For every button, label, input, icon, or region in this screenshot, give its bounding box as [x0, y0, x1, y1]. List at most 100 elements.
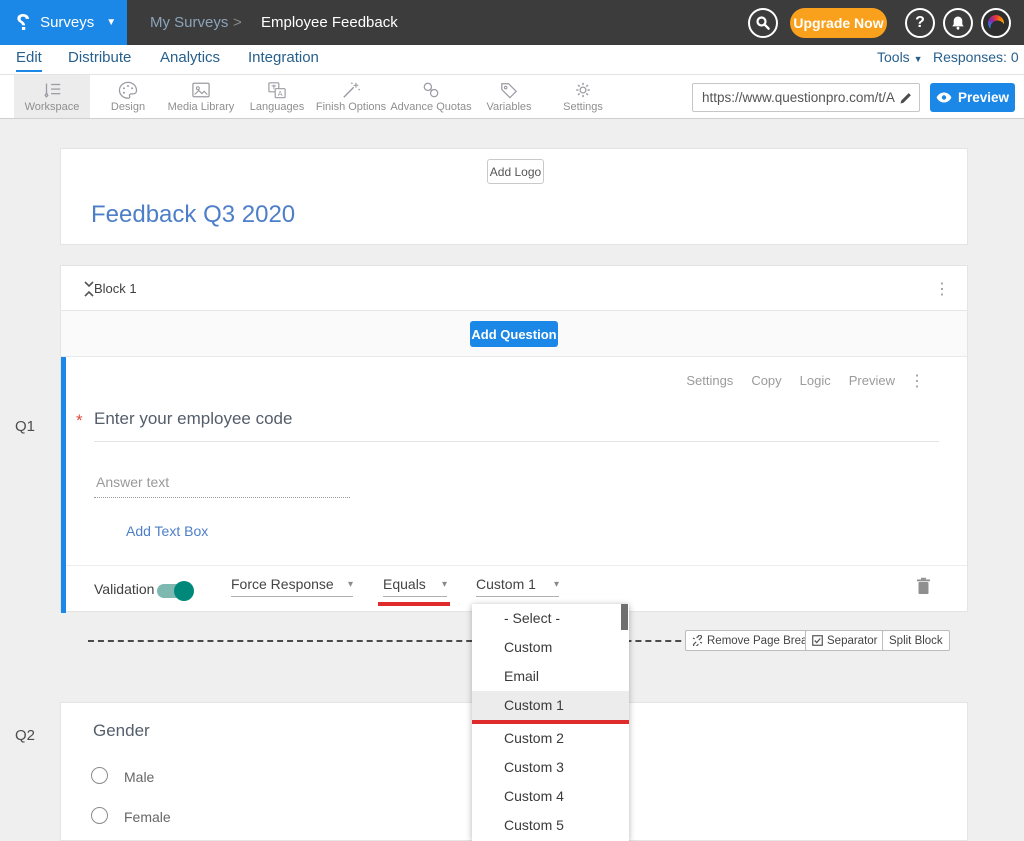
- help-button[interactable]: ?: [905, 8, 935, 38]
- operator-highlight-bar: [378, 602, 450, 606]
- toolbar-item-workspace[interactable]: Workspace: [14, 75, 90, 118]
- question-settings-link[interactable]: Settings: [686, 373, 733, 388]
- validation-toggle[interactable]: [157, 584, 191, 598]
- product-label: Surveys: [40, 14, 94, 31]
- edit-pencil-icon[interactable]: [899, 91, 913, 105]
- wand-icon: [341, 81, 361, 99]
- chevron-down-icon: ▾: [348, 579, 353, 590]
- question-1-label: Q1: [15, 418, 35, 435]
- workspace-icon: [41, 81, 63, 99]
- upgrade-now-button[interactable]: Upgrade Now: [790, 8, 887, 38]
- toolbar-item-languages[interactable]: A Languages: [246, 75, 308, 118]
- dropdown-option-custom1-selected[interactable]: Custom 1: [472, 691, 629, 720]
- questionpro-logo-icon: ?: [16, 9, 30, 36]
- required-marker: *: [76, 411, 83, 431]
- tab-distribute[interactable]: Distribute: [68, 49, 131, 70]
- dropdown-option-custom3[interactable]: Custom 3: [472, 753, 629, 782]
- top-bar: ? Surveys ▼ My Surveys > Employee Feedba…: [0, 0, 1024, 45]
- editor-toolbar: Workspace Design Media Library A Languag…: [0, 75, 1024, 119]
- block-menu-kebab-icon[interactable]: ⋮: [934, 279, 950, 299]
- dropdown-option-custom5[interactable]: Custom 5: [472, 811, 629, 840]
- question-title[interactable]: Enter your employee code: [94, 409, 292, 429]
- radio-male-label[interactable]: Male: [124, 769, 154, 785]
- add-text-box-link[interactable]: Add Text Box: [126, 523, 208, 539]
- question-actions: Settings Copy Logic Preview: [686, 373, 895, 388]
- dropdown-scrollbar[interactable]: [621, 604, 628, 630]
- validation-label: Validation: [94, 581, 154, 597]
- tools-menu[interactable]: Tools ▼: [877, 49, 923, 65]
- tab-integration[interactable]: Integration: [248, 49, 319, 70]
- profile-logo-icon: [988, 15, 1004, 31]
- chevron-down-icon: ▾: [442, 579, 447, 590]
- question-copy-link[interactable]: Copy: [751, 373, 781, 388]
- survey-title[interactable]: Feedback Q3 2020: [91, 201, 295, 229]
- survey-nav-tabs: Edit Distribute Analytics Integration To…: [0, 45, 1024, 75]
- radio-female[interactable]: [91, 807, 108, 824]
- toolbar-item-finish-options[interactable]: Finish Options: [312, 75, 390, 118]
- force-response-select[interactable]: Force Response ▾: [231, 576, 353, 597]
- links-icon: [421, 81, 441, 99]
- avatar[interactable]: [981, 8, 1011, 38]
- validation-divider: [66, 565, 967, 566]
- image-icon: [191, 81, 211, 99]
- radio-female-label[interactable]: Female: [124, 809, 171, 825]
- question-logic-link[interactable]: Logic: [800, 373, 831, 388]
- add-question-button[interactable]: Add Question: [470, 321, 558, 347]
- answer-text-underline: [94, 497, 350, 498]
- preview-button[interactable]: Preview: [930, 83, 1015, 112]
- survey-url-field[interactable]: https://www.questionpro.com/t/A: [692, 83, 920, 112]
- question-preview-link[interactable]: Preview: [849, 373, 895, 388]
- validation-field-dropdown-menu: - Select - Custom Email Custom 1 Custom …: [472, 604, 629, 841]
- dropdown-option-custom4[interactable]: Custom 4: [472, 782, 629, 811]
- radio-male[interactable]: [91, 767, 108, 784]
- help-icon: ?: [915, 14, 925, 32]
- survey-header-card: Add Logo Feedback Q3 2020: [60, 148, 968, 245]
- block-card: Block 1 ⋮ Add Question Settings Copy Log…: [60, 265, 968, 612]
- delete-validation-trash-icon[interactable]: [916, 577, 931, 595]
- tab-analytics[interactable]: Analytics: [160, 49, 220, 70]
- toolbar-item-advance-quotas[interactable]: Advance Quotas: [392, 75, 470, 118]
- search-icon: [755, 15, 771, 31]
- operator-select[interactable]: Equals ▾: [383, 576, 447, 597]
- separator-button[interactable]: Separator: [805, 630, 885, 651]
- dropdown-option-custom[interactable]: Custom: [472, 633, 629, 662]
- block-header: Block 1 ⋮: [61, 266, 967, 311]
- dropdown-option-email[interactable]: Email: [472, 662, 629, 691]
- dropdown-option-select[interactable]: - Select -: [472, 604, 629, 633]
- remove-page-break-button[interactable]: Remove Page Break: [685, 630, 820, 651]
- add-logo-button[interactable]: Add Logo: [487, 159, 544, 184]
- question-2-title[interactable]: Gender: [93, 721, 150, 741]
- question-menu-kebab-icon[interactable]: ⋮: [909, 371, 925, 391]
- tag-icon: [499, 81, 519, 99]
- checkbox-checked-icon: [812, 635, 823, 646]
- breadcrumb-current: Employee Feedback: [261, 0, 398, 45]
- notifications-button[interactable]: [943, 8, 973, 38]
- brand-menu[interactable]: ? Surveys ▼: [0, 0, 127, 45]
- dropdown-option-custom2[interactable]: Custom 2: [472, 724, 629, 753]
- toolbar-item-settings[interactable]: Settings: [552, 75, 614, 118]
- answer-text-field[interactable]: Answer text: [96, 474, 169, 490]
- chevron-down-icon: ▼: [914, 54, 923, 64]
- question-2-label: Q2: [15, 727, 35, 744]
- gear-icon: [573, 81, 593, 99]
- translate-icon: A: [267, 81, 287, 99]
- bell-icon: [950, 15, 966, 31]
- question-title-underline: [94, 441, 939, 442]
- split-block-button[interactable]: Split Block: [882, 630, 950, 651]
- survey-url-value: https://www.questionpro.com/t/A: [702, 90, 899, 105]
- chevron-down-icon: ▼: [106, 17, 116, 28]
- search-button[interactable]: [748, 8, 778, 38]
- palette-icon: [118, 81, 138, 99]
- add-question-strip: Add Question: [61, 311, 967, 357]
- eye-icon: [936, 92, 952, 103]
- validation-field-select[interactable]: Custom 1 ▾: [476, 576, 559, 597]
- breadcrumb-parent[interactable]: My Surveys: [150, 0, 228, 45]
- toolbar-item-variables[interactable]: Variables: [478, 75, 540, 118]
- toolbar-item-design[interactable]: Design: [99, 75, 157, 118]
- block-title[interactable]: Block 1: [94, 266, 137, 311]
- responses-count[interactable]: Responses: 0: [933, 49, 1019, 65]
- tab-edit[interactable]: Edit: [16, 49, 42, 72]
- toolbar-item-media-library[interactable]: Media Library: [163, 75, 239, 118]
- breadcrumb-separator: >: [233, 0, 242, 45]
- toggle-knob: [174, 581, 194, 601]
